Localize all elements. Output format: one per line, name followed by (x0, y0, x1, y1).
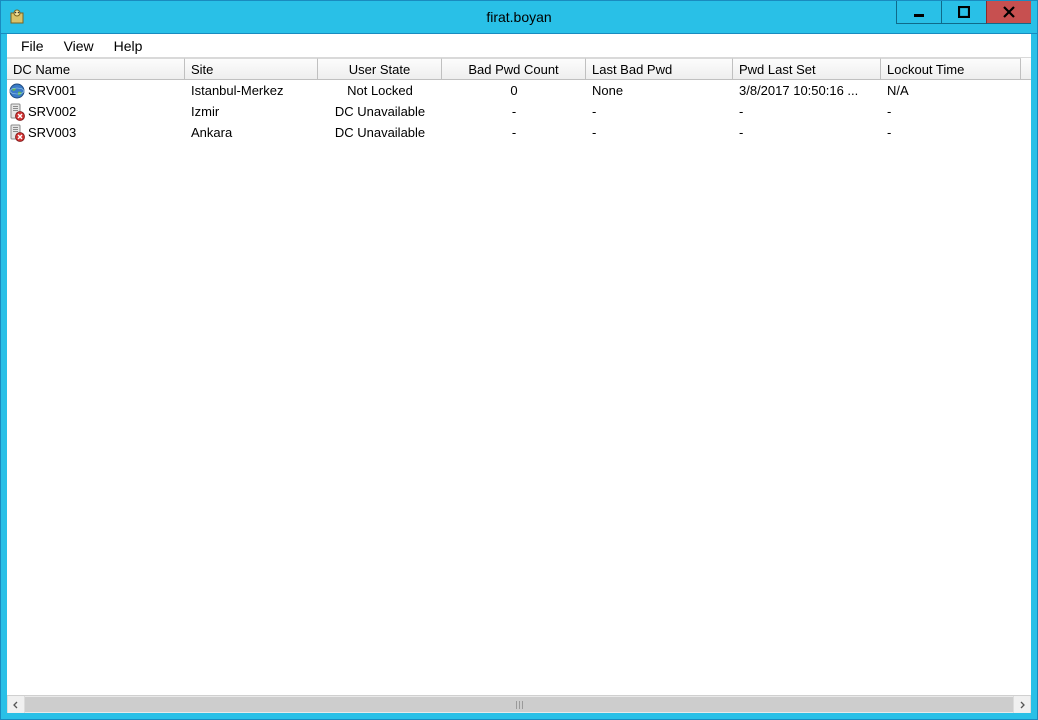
cell-badpwdcount: 0 (442, 80, 586, 101)
menu-file[interactable]: File (11, 36, 54, 56)
table-row[interactable]: SRV001 Istanbul-Merkez Not Locked 0 None… (7, 80, 1031, 101)
cell-dcname-text: SRV003 (28, 125, 76, 140)
window-title: firat.boyan (1, 9, 1037, 25)
maximize-button[interactable] (941, 1, 986, 24)
window-controls (896, 1, 1037, 33)
cell-site: Izmir (185, 101, 318, 122)
client-area: File View Help DC Name Site User State B… (1, 34, 1037, 719)
server-error-icon (8, 103, 26, 121)
cell-userstate: DC Unavailable (318, 122, 442, 143)
cell-pwdlastset: - (733, 122, 881, 143)
cell-lockouttime: - (881, 122, 1021, 143)
scroll-left-button[interactable] (7, 696, 25, 713)
menu-help[interactable]: Help (104, 36, 153, 56)
horizontal-scrollbar[interactable] (7, 695, 1031, 713)
cell-userstate: Not Locked (318, 80, 442, 101)
header-lockouttime[interactable]: Lockout Time (881, 58, 1021, 79)
cell-lockouttime: - (881, 101, 1021, 122)
menubar: File View Help (7, 34, 1031, 58)
table-row[interactable]: SRV003 Ankara DC Unavailable - - - - (7, 122, 1031, 143)
header-site[interactable]: Site (185, 58, 318, 79)
globe-icon (8, 82, 26, 100)
cell-lastbadpwd: None (586, 80, 733, 101)
cell-dcname-text: SRV002 (28, 104, 76, 119)
cell-dcname: SRV003 (7, 122, 185, 143)
table-row[interactable]: SRV002 Izmir DC Unavailable - - - - (7, 101, 1031, 122)
cell-userstate: DC Unavailable (318, 101, 442, 122)
list-area[interactable]: SRV001 Istanbul-Merkez Not Locked 0 None… (7, 80, 1031, 695)
cell-dcname-text: SRV001 (28, 83, 76, 98)
cell-site: Ankara (185, 122, 318, 143)
titlebar[interactable]: firat.boyan (1, 1, 1037, 34)
cell-dcname: SRV002 (7, 101, 185, 122)
cell-lastbadpwd: - (586, 101, 733, 122)
cell-badpwdcount: - (442, 101, 586, 122)
header-lastbadpwd[interactable]: Last Bad Pwd (586, 58, 733, 79)
window-frame: firat.boyan File View Help DC (0, 0, 1038, 720)
column-headers: DC Name Site User State Bad Pwd Count La… (7, 58, 1031, 80)
minimize-button[interactable] (896, 1, 941, 24)
scroll-track[interactable] (25, 696, 1013, 713)
cell-lastbadpwd: - (586, 122, 733, 143)
scroll-right-button[interactable] (1013, 696, 1031, 713)
cell-lockouttime: N/A (881, 80, 1021, 101)
cell-site: Istanbul-Merkez (185, 80, 318, 101)
header-pwdlastset[interactable]: Pwd Last Set (733, 58, 881, 79)
header-badpwdcount[interactable]: Bad Pwd Count (442, 58, 586, 79)
cell-dcname: SRV001 (7, 80, 185, 101)
scroll-thumb[interactable] (25, 697, 1013, 712)
header-dcname[interactable]: DC Name (7, 58, 185, 79)
server-error-icon (8, 124, 26, 142)
header-userstate[interactable]: User State (318, 58, 442, 79)
scroll-grip-icon (516, 701, 523, 709)
menu-view[interactable]: View (54, 36, 104, 56)
cell-pwdlastset: 3/8/2017 10:50:16 ... (733, 80, 881, 101)
cell-pwdlastset: - (733, 101, 881, 122)
cell-badpwdcount: - (442, 122, 586, 143)
app-icon (9, 9, 25, 25)
close-button[interactable] (986, 1, 1031, 24)
